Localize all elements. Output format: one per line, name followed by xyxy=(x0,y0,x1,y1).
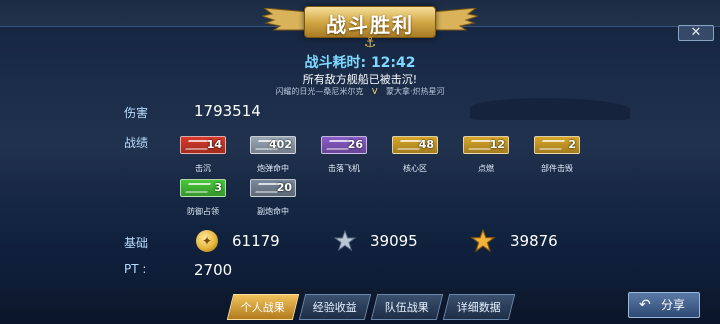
victory-banner: 战斗胜利 ⚓ xyxy=(262,0,478,51)
medal-7: 20 xyxy=(250,179,296,197)
tab-experience[interactable]: 经验收益 xyxy=(298,294,372,320)
medal-caption: 炮弹命中 xyxy=(257,164,289,173)
tab-personal-results[interactable]: 个人战果 xyxy=(226,294,300,320)
medal-caption: 副炮命中 xyxy=(257,207,289,216)
page-title: 战斗胜利 xyxy=(326,13,414,37)
pt-label: PT : xyxy=(124,262,147,276)
damage-value: 1793514 xyxy=(194,102,261,120)
base-label: 基础 xyxy=(124,236,149,250)
left-wing-icon xyxy=(262,8,308,31)
battle-participants: 闪耀的日光—桑尼米尔克 V 蒙大拿·炽热星河 xyxy=(0,86,720,97)
coin-icon: ✦ xyxy=(196,230,218,252)
tab-team-results[interactable]: 队伍战果 xyxy=(370,294,444,320)
medal-2: 26 xyxy=(321,136,367,154)
medal-count: 402 xyxy=(269,138,292,151)
medal-count: 48 xyxy=(418,138,434,151)
record-label: 战绩 xyxy=(124,136,149,150)
medal-caption: 击沉 xyxy=(195,164,211,173)
coin-value: 61179 xyxy=(232,232,280,250)
gold-star-icon xyxy=(470,229,496,253)
medal-caption: 防御占领 xyxy=(187,207,219,216)
close-button[interactable]: ✕ xyxy=(678,25,714,41)
medal-count: 12 xyxy=(489,138,505,151)
battle-result-text: 所有敌方舰船已被击沉! xyxy=(302,73,418,86)
medal-1: 402 xyxy=(250,136,296,154)
pt-value: 2700 xyxy=(194,261,233,279)
medal-caption: 击落飞机 xyxy=(328,164,360,173)
anchor-icon: ⚓ xyxy=(363,35,377,51)
medal-0: 14 xyxy=(180,136,226,154)
medal-3: 48 xyxy=(392,136,438,154)
share-button[interactable]: ↶ 分享 xyxy=(628,292,700,318)
medal-5: 2 xyxy=(534,136,580,154)
result-tabs: 个人战果 经验收益 队伍战果 详细数据 xyxy=(226,294,526,320)
damage-label: 伤害 xyxy=(124,106,149,120)
silver-star-value: 39095 xyxy=(370,232,418,250)
share-arrow-icon: ↶ xyxy=(639,297,651,313)
module-icon xyxy=(539,140,565,150)
defend-icon xyxy=(185,183,211,193)
medal-count: 3 xyxy=(214,181,222,194)
medal-count: 14 xyxy=(206,138,222,151)
battle-duration: 战斗耗时: 12:42 xyxy=(304,55,416,71)
medal-caption: 核心区 xyxy=(403,164,427,173)
medal-count: 2 xyxy=(568,138,576,151)
medal-4: 12 xyxy=(463,136,509,154)
medal-6: 3 xyxy=(180,179,226,197)
medal-caption: 部件击毁 xyxy=(541,164,573,173)
medal-count: 26 xyxy=(347,138,363,151)
silver-star-icon xyxy=(334,230,356,252)
share-label: 分享 xyxy=(661,298,686,312)
tab-detailed-data[interactable]: 详细数据 xyxy=(442,294,516,320)
gold-star-value: 39876 xyxy=(510,232,558,250)
medal-caption: 点燃 xyxy=(478,164,494,173)
versus-mark: V xyxy=(371,87,378,96)
medal-count: 20 xyxy=(276,181,292,194)
player-right-name: 蒙大拿·炽热星河 xyxy=(386,87,445,96)
right-wing-icon xyxy=(432,8,478,31)
player-left-name: 闪耀的日光—桑尼米尔克 xyxy=(275,87,364,96)
